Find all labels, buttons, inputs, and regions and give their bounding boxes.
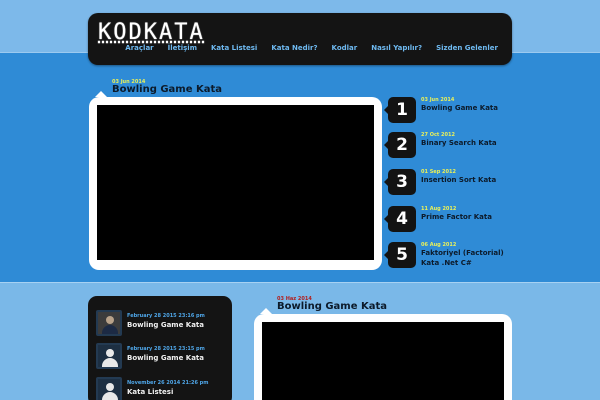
top-list-item[interactable]: 3 01 Sep 2012 Insertion Sort Kata (384, 169, 511, 195)
top-list-title[interactable]: Bowling Game Kata (421, 103, 511, 113)
comment-date: November 26 2014 21:26 pm (127, 380, 209, 386)
nav-item-sizden-gelenler[interactable]: Sizden Gelenler (436, 44, 498, 52)
top-list-title[interactable]: Faktoriyel (Factorial) Kata .Net C# (421, 248, 511, 268)
comment-item[interactable]: February 28 2015 23:16 pm Bowling Game K… (96, 310, 226, 340)
site-header: KODKATA Araçlar İletişim Kata Listesi Ka… (88, 13, 512, 65)
nav-item-iletisim[interactable]: İletişim (168, 44, 197, 52)
top-list-title[interactable]: Binary Search Kata (421, 138, 511, 148)
comment-item[interactable]: February 28 2015 23:15 pm Bowling Game K… (96, 343, 226, 373)
nav-item-kodlar[interactable]: Kodlar (332, 44, 358, 52)
top-list-item[interactable]: 2 27 Oct 2012 Binary Search Kata (384, 132, 511, 158)
rank-badge: 4 (384, 206, 416, 232)
nav-item-nasil-yapilir[interactable]: Nasıl Yapılır? (371, 44, 422, 52)
main-nav: Araçlar İletişim Kata Listesi Kata Nedir… (125, 44, 498, 52)
rank-badge: 2 (384, 132, 416, 158)
top-list-item[interactable]: 4 11 Aug 2012 Prime Factor Kata (384, 206, 511, 232)
post-video-player[interactable] (262, 322, 504, 400)
default-user-icon (96, 377, 122, 400)
post-video-frame (254, 308, 512, 400)
featured-video-player[interactable] (97, 105, 374, 260)
nav-item-kata-listesi[interactable]: Kata Listesi (211, 44, 257, 52)
comment-date: February 28 2015 23:15 pm (127, 346, 205, 352)
nav-item-kata-nedir[interactable]: Kata Nedir? (271, 44, 317, 52)
top-list-item[interactable]: 5 06 Aug 2012 Faktoriyel (Factorial) Kat… (384, 242, 511, 268)
rank-badge: 3 (384, 169, 416, 195)
nav-item-araclar[interactable]: Araçlar (125, 44, 153, 52)
comment-post-title[interactable]: Kata Listesi (127, 388, 173, 396)
comment-post-title[interactable]: Bowling Game Kata (127, 354, 204, 362)
site-logo[interactable]: KODKATA (98, 20, 205, 45)
top-list-title[interactable]: Insertion Sort Kata (421, 175, 511, 185)
post-title[interactable]: Bowling Game Kata (277, 301, 387, 312)
top-list-title[interactable]: Prime Factor Kata (421, 212, 511, 222)
rank-badge: 1 (384, 97, 416, 123)
top-list-item[interactable]: 1 03 Jun 2014 Bowling Game Kata (384, 97, 511, 123)
user-photo-icon (96, 310, 122, 336)
featured-title[interactable]: Bowling Game Kata (112, 84, 222, 95)
rank-badge: 5 (384, 242, 416, 268)
comment-item[interactable]: November 26 2014 21:26 pm Kata Listesi (96, 377, 226, 400)
comment-post-title[interactable]: Bowling Game Kata (127, 321, 204, 329)
recent-comments-panel: February 28 2015 23:16 pm Bowling Game K… (88, 296, 232, 400)
default-user-icon (96, 343, 122, 369)
featured-video-frame (89, 91, 382, 270)
comment-date: February 28 2015 23:16 pm (127, 313, 205, 319)
